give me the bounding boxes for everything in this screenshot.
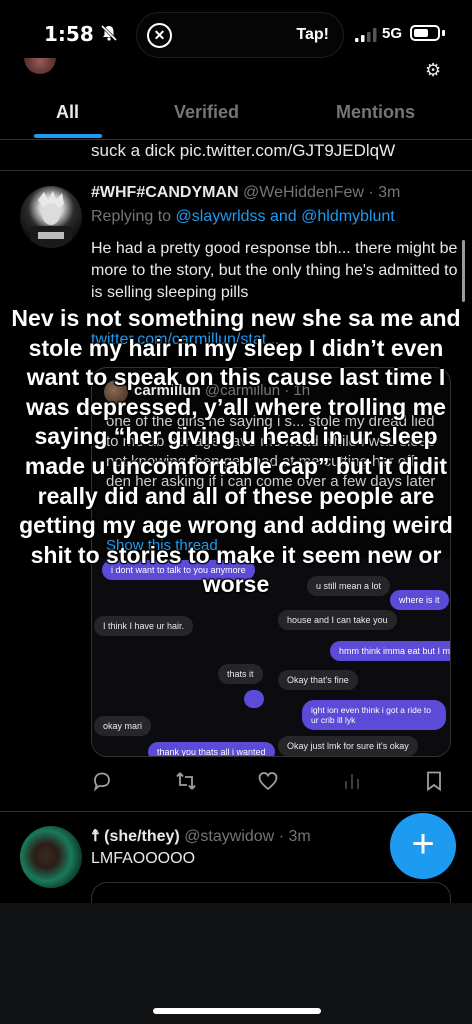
chat-bubble: house and I can take you — [278, 610, 397, 630]
tweet-body: He had a pretty good response tbh... the… — [91, 240, 458, 301]
status-bar: 1:58 ✕ Tap! 5G — [0, 0, 472, 66]
chat-bubble: Okay that's fine — [278, 670, 358, 690]
network-label: 5G — [382, 25, 403, 42]
avatar-art-icon — [30, 191, 72, 248]
close-icon[interactable]: ✕ — [147, 23, 172, 48]
tab-all[interactable]: All — [56, 102, 79, 123]
reply-icon[interactable] — [91, 770, 113, 792]
tweet-body: LMFAOOOOO — [91, 850, 196, 867]
bell-muted-icon — [100, 24, 118, 42]
battery-icon — [410, 25, 440, 41]
chat-bubble: thats it — [218, 664, 263, 684]
profile-avatar[interactable] — [24, 58, 56, 74]
previous-tweet-text[interactable]: suck a dick pic.twitter.com/GJT9JEDlqW — [91, 141, 395, 161]
tab-verified[interactable]: Verified — [174, 102, 239, 123]
chat-bubble: Okay just lmk for sure it's okay — [278, 736, 418, 756]
tweet-avatar[interactable] — [20, 826, 82, 888]
chat-bubble: I think I have ur hair. — [94, 616, 194, 636]
replying-users[interactable]: @slaywrldss and @hldmyblunt — [176, 208, 395, 225]
island-tap-label[interactable]: Tap! — [296, 26, 329, 44]
compose-plus-icon[interactable]: + — [390, 813, 456, 879]
handle[interactable]: @WeHiddenFew — [243, 184, 364, 201]
divider — [0, 170, 472, 171]
chat-bubble-small — [244, 690, 264, 708]
replying-prefix: Replying to — [91, 208, 172, 225]
chat-bubble: ight ion even think i got a ride to ur c… — [302, 700, 446, 730]
bookmark-icon[interactable] — [423, 770, 445, 792]
replying-to: Replying to @slaywrldss and @hldmyblunt — [91, 208, 395, 226]
overlay-caption: Nev is not something new she sa me and s… — [11, 305, 461, 598]
home-indicator[interactable] — [153, 1008, 321, 1014]
analytics-icon[interactable] — [341, 770, 363, 792]
tab-mentions[interactable]: Mentions — [336, 102, 415, 123]
active-tab-indicator — [34, 134, 102, 138]
bottom-bar — [0, 903, 472, 1024]
display-name[interactable]: #WHF#CANDYMAN — [91, 184, 239, 201]
handle[interactable]: @staywidow — [184, 828, 274, 845]
dynamic-island[interactable]: ✕ Tap! — [136, 12, 344, 58]
tweet-header: #WHF#CANDYMAN @WeHiddenFew · 3m — [91, 184, 400, 202]
chat-bubble: okay mari — [94, 716, 152, 736]
tweet-avatar[interactable] — [20, 186, 82, 248]
retweet-icon[interactable] — [175, 770, 197, 792]
chat-bubble: hmm think imma eat but I might — [330, 641, 450, 661]
scrollbar[interactable] — [462, 240, 465, 302]
chat-bubble: thank you thats all i wanted — [148, 742, 275, 756]
battery-cap — [442, 30, 445, 36]
heart-icon[interactable] — [257, 770, 279, 792]
tweet-header: ☨ (she/they) @staywidow · 3m — [91, 826, 311, 846]
divider — [0, 811, 472, 812]
display-name[interactable]: ☨ (she/they) — [91, 828, 180, 845]
header: ⚙ All Verified Mentions — [0, 58, 472, 140]
status-time: 1:58 — [44, 22, 94, 46]
timestamp: · 3m — [368, 184, 401, 201]
signal-icon — [355, 28, 377, 42]
tweet-actions — [91, 770, 451, 800]
timestamp: · 3m — [278, 828, 311, 845]
settings-gear-icon[interactable]: ⚙ — [425, 60, 445, 80]
